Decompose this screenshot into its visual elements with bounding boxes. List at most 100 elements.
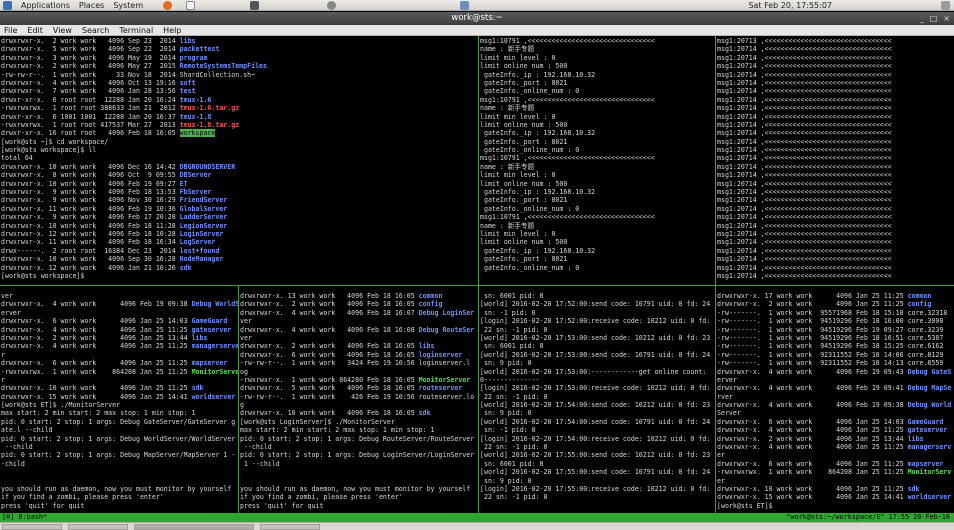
menu-help[interactable]: Help: [163, 26, 181, 35]
terminal-line: gateInfo._ip : 192.168.10.32: [480, 70, 596, 79]
terminal-line: sn: -1 pid: 0: [480, 426, 536, 435]
line-text: -rw-rw-r--. 1 work work 426 Feb 19 10:56: [240, 392, 419, 401]
terminal-line: pid: 0 start: 2 stop: 1 args: Debug Worl…: [1, 435, 238, 443]
terminal-line: -rw-------. 1 work work 92311552 Feb 18 …: [717, 351, 954, 359]
terminal-line: limit online num : 500: [480, 238, 568, 247]
taskbar-item-terminal[interactable]: [134, 524, 254, 530]
clock[interactable]: Sat Feb 20, 17:55:07: [748, 1, 832, 10]
terminal-launcher-icon[interactable]: [250, 1, 259, 10]
terminal-line: drwxrwxr-x. 12 work work 4096 Feb 18 10:…: [1, 230, 478, 238]
terminal-line: drwxrwxr-x. 2 work work 4096 Jan 25 13:4…: [717, 435, 954, 443]
applications-menu[interactable]: Applications: [21, 1, 70, 10]
menu-search[interactable]: Search: [82, 26, 109, 35]
terminal-line: msg1:20714 ,<<<<<<<<<<<<<<<<<<<<<<<<<<<<…: [717, 179, 892, 188]
line-text: drwxrwxr-x. 4 work work 4096 Feb 18 16:0…: [240, 325, 419, 334]
taskbar-item[interactable]: [260, 524, 320, 530]
line-text: drwxrwxr-x. 2 work work 4096 Jan 25 13:4…: [717, 434, 908, 443]
terminal-line: drwxrwxr-x. 12 work work 4096 Jan 21 10:…: [1, 264, 478, 272]
system-menu[interactable]: System: [113, 1, 143, 10]
file-name: libs: [191, 333, 208, 342]
terminal-line: drwxrwxr-x. 6 work work 4096 Jan 25 14:0…: [717, 418, 954, 426]
file-name: sdk: [179, 263, 192, 272]
file-name: sdk: [418, 409, 431, 418]
taskbar-item[interactable]: [2, 524, 62, 530]
tmux-pane-bottom-1[interactable]: ver drwxrwxr-x. 4 work work 4096 Feb 19 0…: [0, 292, 238, 513]
line-text: r: [1, 375, 5, 384]
pane-divider[interactable]: [238, 286, 239, 513]
file-name: core.3008: [907, 317, 944, 326]
pane-divider[interactable]: [478, 36, 479, 513]
file-name: core.5387: [907, 333, 944, 342]
line-text: drwxrwxr-x. 4 work work 4096 Jan 25 11:2…: [1, 325, 192, 334]
line-text: drwxrwxr-x. 2 work work 4096 Feb 18 16:0…: [240, 300, 419, 309]
line-text: drwxr-xr-x. 6 1001 1001 12288 Jan 20 16:…: [1, 112, 180, 121]
menu-terminal[interactable]: Terminal: [119, 26, 153, 35]
terminal-line: --child: [1, 443, 238, 451]
terminal-line: if you find a zombi, please press 'enter…: [1, 493, 238, 501]
file-name: packettest: [179, 45, 220, 54]
terminal-line: [world] 2016-02-20 17:52:00:send code: 1…: [480, 300, 711, 309]
terminal-line: drwxrwxr-x. 6 work work 4096 Jan 25 11:2…: [717, 460, 954, 468]
file-name: sdk: [907, 484, 920, 493]
menu-view[interactable]: View: [53, 26, 72, 35]
line-text: drwxrwxr-x. 10 work work 4096 Feb 19 09:…: [1, 179, 180, 188]
line-text: if you find a zombi, please press 'enter…: [1, 493, 164, 502]
terminal-line: [login] 2016-02-20 17:52:00:receive code…: [480, 317, 711, 326]
tmux-pane-top-right[interactable]: msg1:20713 ,<<<<<<<<<<<<<<<<<<<<<<<<<<<<…: [716, 37, 954, 284]
terminal-line: drwxrwxr-x. 4 work work 4096 Feb 19 09:3…: [717, 401, 954, 409]
terminal-line: Server: [717, 409, 954, 417]
status-window-list[interactable]: [0] 0:bash*: [2, 513, 47, 522]
terminal-line: msg1:20714 ,<<<<<<<<<<<<<<<<<<<<<<<<<<<<…: [717, 53, 892, 62]
line-text: drwxr-xr-x. 6 root root 12288 Jan 20 16:…: [1, 95, 180, 104]
terminal-line: msg1:10791 ,<<<<<<<<<<<<<<<<<<<<<<<<<<<<…: [480, 213, 655, 222]
tmux-pane-bottom-4[interactable]: drwxrwxr-x. 17 work work 4096 Jan 25 11:…: [716, 292, 954, 513]
terminal-line: drwxrwxr-x. 11 work work 4096 Feb 18 16:…: [1, 238, 478, 246]
line-text: drwxrwxr-x. 9 work work 4096 Feb 18 13:5…: [1, 188, 180, 197]
file-name: mapserver: [907, 459, 944, 468]
terminal-line: [world] 2016-02-20 17:55:00:send code: 1…: [480, 451, 711, 460]
line-text: r: [1, 350, 5, 359]
tmux-pane-top-middle[interactable]: msg1:10791 ,<<<<<<<<<<<<<<<<<<<<<<<<<<<<…: [479, 37, 715, 284]
mail-icon[interactable]: [186, 0, 196, 10]
line-text: you should run as daemon, now you must m…: [1, 484, 232, 493]
terminal-line: [login] 2016-02-20 17:54:00:receive code…: [480, 434, 711, 443]
minimize-icon[interactable]: _: [920, 14, 924, 23]
line-text: -rw-------. 1 work work 92311552 Feb 18 …: [717, 359, 908, 368]
terminal-line: gateInfo._online_num : 0: [480, 204, 580, 213]
line-text: drwxrwxr-x. 2 work work 4096 Jan 25 11:2…: [717, 300, 908, 309]
pane-divider[interactable]: [715, 36, 716, 513]
terminal-line: limit min level : 0: [480, 112, 556, 121]
menu-file[interactable]: File: [4, 26, 17, 35]
line-text: ver: [1, 292, 13, 300]
line-text: drwxrwxr-x. 4 work work 4096 Jan 25 11:2…: [1, 342, 192, 351]
file-name: core.6162: [907, 342, 944, 351]
close-icon[interactable]: ×: [943, 14, 950, 23]
tmux-pane-bottom-2[interactable]: drwxrwxr-x. 13 work work 4096 Feb 18 16:…: [239, 292, 478, 513]
places-menu[interactable]: Places: [79, 1, 104, 10]
line-text: og: [240, 367, 248, 376]
file-name: Debug WorldS: [191, 300, 238, 309]
file-name: routeserver: [418, 384, 463, 393]
terminal-line: -rw-------. 1 work work 95571968 Feb 18 …: [717, 309, 954, 317]
terminal-line: press 'quit' for quit: [240, 502, 478, 510]
maximize-icon[interactable]: □: [930, 14, 938, 23]
terminal-line: sn: 9 pid: 0: [480, 476, 532, 485]
firefox-icon[interactable]: [163, 0, 173, 10]
line-text: [work@sts LoginServer]$ ./MonitorServer: [240, 417, 395, 426]
tmux-pane-top-left[interactable]: drwxrwxr-x. 2 work work 4096 Sep 23 2014…: [0, 37, 478, 284]
terminal-line: [work@sts LoginServer]$ ./MonitorServer: [240, 418, 478, 426]
settings-icon[interactable]: [327, 1, 336, 10]
volume-icon[interactable]: [941, 1, 950, 10]
tmux-pane-bottom-3[interactable]: sn: 6001 pid: 0 [world] 2016-02-20 17:52:…: [479, 292, 715, 513]
network-icon[interactable]: [460, 1, 469, 10]
terminal-line: drwxrwxr-x. 3 work work 4096 May 19 2014…: [1, 54, 478, 62]
terminal-line: drwxr-xr-x. 6 1001 1001 12288 Jan 20 16:…: [1, 113, 478, 121]
terminal-line: 1 --child: [240, 460, 478, 468]
line-text: [work@sts ET]$: [717, 501, 777, 510]
line-text: pid: 0 start: 2 stop: 1 args: Debug Gate…: [1, 417, 236, 426]
line-text: drwxrwxr-x. 10 work work 4096 Dec 16 14:…: [1, 162, 180, 171]
pane-divider-horizontal[interactable]: [0, 285, 954, 286]
taskbar-item[interactable]: [68, 524, 128, 530]
menu-edit[interactable]: Edit: [27, 26, 43, 35]
